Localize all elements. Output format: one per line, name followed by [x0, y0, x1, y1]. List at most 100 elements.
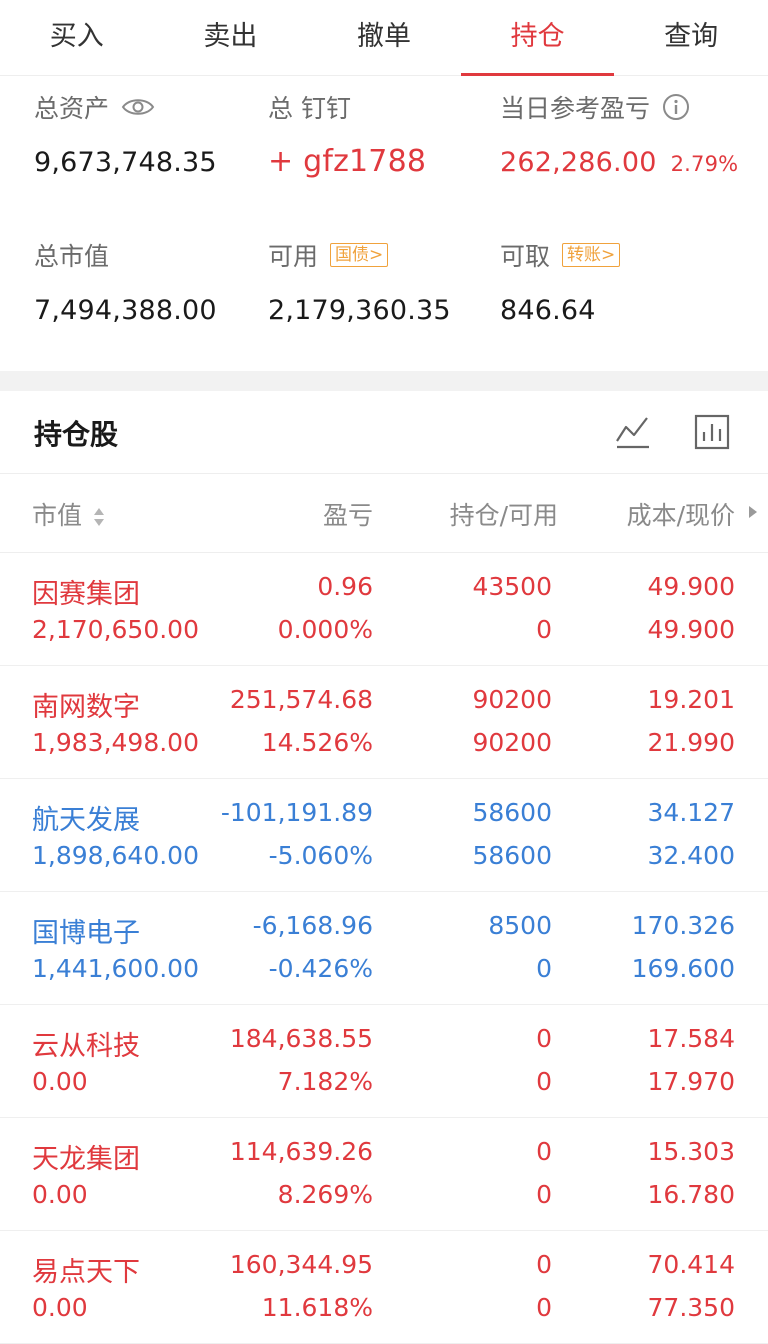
holding-row[interactable]: 因赛集团 2,170,650.00 0.96 0.000% 43500 0 49… [0, 553, 768, 666]
stock-position: 0 [536, 1024, 552, 1053]
line-chart-icon[interactable] [614, 413, 652, 451]
caret-right-icon[interactable] [747, 504, 759, 520]
col-profit-loss[interactable]: 盈亏 [323, 496, 373, 532]
holdings-header: 持仓股 [0, 391, 768, 474]
total-assets-label-group: 总资产 [34, 89, 155, 125]
holding-row[interactable]: 云从科技 0.00 184,638.55 7.182% 0 0 17.584 1… [0, 1005, 768, 1118]
stock-cost: 170.326 [631, 911, 735, 940]
holding-row[interactable]: 航天发展 1,898,640.00 -101,191.89 -5.060% 58… [0, 779, 768, 892]
withdrawable-value: 846.64 [500, 295, 596, 326]
stock-market-value: 1,441,600.00 [32, 954, 199, 983]
stock-price: 169.600 [631, 954, 735, 983]
available-value: 2,179,360.35 [268, 295, 451, 326]
holdings-list: 因赛集团 2,170,650.00 0.96 0.000% 43500 0 49… [0, 553, 768, 1344]
bar-chart-icon[interactable] [693, 413, 731, 451]
stock-market-value: 0.00 [32, 1067, 88, 1096]
stock-pl-pct: 0.000% [277, 615, 373, 644]
stock-cost: 17.584 [647, 1024, 735, 1053]
stock-pl-pct: 7.182% [277, 1067, 373, 1096]
withdrawable-label: 可取 [500, 242, 551, 271]
stock-cost: 70.414 [647, 1250, 735, 1279]
stock-pl: 251,574.68 [229, 685, 373, 714]
stock-price: 32.400 [647, 841, 735, 870]
stock-name: 天龙集团 [32, 1144, 140, 1175]
tab-query[interactable]: 查询 [614, 0, 768, 75]
stock-cost: 15.303 [647, 1137, 735, 1166]
stock-price: 16.780 [647, 1180, 735, 1209]
daily-pl-value: 262,286.00 [500, 147, 657, 178]
holding-row[interactable]: 南网数字 1,983,498.00 251,574.68 14.526% 902… [0, 666, 768, 779]
section-divider [0, 371, 768, 391]
account-label: 总 钉钉 [268, 94, 351, 123]
holdings-column-header: 市值 盈亏 持仓/可用 成本/现价 [0, 474, 768, 553]
stock-position: 0 [536, 1250, 552, 1279]
stock-pl-pct: -5.060% [268, 841, 373, 870]
treasury-bond-button[interactable]: 国债> [330, 243, 389, 267]
stock-pl: 0.96 [317, 572, 373, 601]
stock-name: 云从科技 [32, 1031, 140, 1062]
holding-row[interactable]: 天龙集团 0.00 114,639.26 8.269% 0 0 15.303 1… [0, 1118, 768, 1231]
available-label-group: 可用 国债> [268, 237, 389, 273]
col-position-available[interactable]: 持仓/可用 [450, 496, 558, 532]
stock-pl: -6,168.96 [252, 911, 373, 940]
col-market-value-label: 市值 [32, 501, 83, 530]
stock-market-value: 1,898,640.00 [32, 841, 199, 870]
stock-market-value: 2,170,650.00 [32, 615, 199, 644]
daily-pl-value-group: 262,286.00 2.79% [500, 147, 738, 178]
sort-icon [93, 508, 104, 526]
market-value-label: 总市值 [34, 242, 110, 271]
stock-market-value: 1,983,498.00 [32, 728, 199, 757]
stock-cost: 34.127 [647, 798, 735, 827]
tab-positions[interactable]: 持仓 [460, 0, 615, 76]
tab-buy[interactable]: 买入 [0, 0, 154, 75]
stock-position: 58600 [472, 798, 552, 827]
available-label: 可用 [268, 242, 319, 271]
stock-market-value: 0.00 [32, 1293, 88, 1322]
stock-position: 90200 [472, 685, 552, 714]
stock-cost: 19.201 [647, 685, 735, 714]
withdrawable-label-group: 可取 转账> [500, 237, 621, 273]
daily-pl-pct: 2.79% [670, 152, 739, 176]
stock-name: 国博电子 [32, 918, 140, 949]
tab-sell[interactable]: 卖出 [154, 0, 308, 75]
stock-available: 0 [536, 1180, 552, 1209]
tab-cancel-order[interactable]: 撤单 [307, 0, 461, 75]
stock-pl: 114,639.26 [229, 1137, 373, 1166]
account-value: + gfz1788 [268, 144, 427, 179]
stock-pl-pct: 14.526% [261, 728, 373, 757]
col-cost-price[interactable]: 成本/现价 [627, 496, 735, 532]
stock-price: 17.970 [647, 1067, 735, 1096]
stock-price: 49.900 [647, 615, 735, 644]
stock-name: 因赛集团 [32, 579, 140, 610]
stock-market-value: 0.00 [32, 1180, 88, 1209]
total-assets-label: 总资产 [34, 94, 110, 123]
stock-position: 0 [536, 1137, 552, 1166]
stock-pl: 160,344.95 [229, 1250, 373, 1279]
holdings-title: 持仓股 [34, 418, 119, 451]
eye-icon[interactable] [121, 96, 155, 118]
account-summary: 总资产 9,673,748.35 总 钉钉 + gfz1788 当日参考盈亏 2… [0, 76, 768, 371]
stock-price: 77.350 [647, 1293, 735, 1322]
stock-available: 90200 [472, 728, 552, 757]
stock-available: 0 [536, 1067, 552, 1096]
stock-pl-pct: 8.269% [277, 1180, 373, 1209]
info-icon[interactable] [662, 93, 690, 121]
stock-available: 0 [536, 1293, 552, 1322]
transfer-button[interactable]: 转账> [562, 243, 621, 267]
stock-available: 58600 [472, 841, 552, 870]
stock-pl-pct: -0.426% [268, 954, 373, 983]
stock-pl: 184,638.55 [229, 1024, 373, 1053]
daily-pl-label-group: 当日参考盈亏 [500, 89, 690, 125]
holding-row[interactable]: 国博电子 1,441,600.00 -6,168.96 -0.426% 8500… [0, 892, 768, 1005]
stock-position: 43500 [472, 572, 552, 601]
stock-name: 易点天下 [32, 1257, 140, 1288]
stock-pl-pct: 11.618% [261, 1293, 373, 1322]
market-value-value: 7,494,388.00 [34, 295, 217, 326]
holding-row[interactable]: 易点天下 0.00 160,344.95 11.618% 0 0 70.414 … [0, 1231, 768, 1344]
stock-name: 航天发展 [32, 805, 140, 836]
stock-pl: -101,191.89 [220, 798, 373, 827]
stock-name: 南网数字 [32, 692, 140, 723]
col-market-value[interactable]: 市值 [32, 496, 106, 532]
trade-tabs: 买入 卖出 撤单 持仓 查询 [0, 0, 768, 76]
daily-pl-label: 当日参考盈亏 [500, 94, 651, 123]
